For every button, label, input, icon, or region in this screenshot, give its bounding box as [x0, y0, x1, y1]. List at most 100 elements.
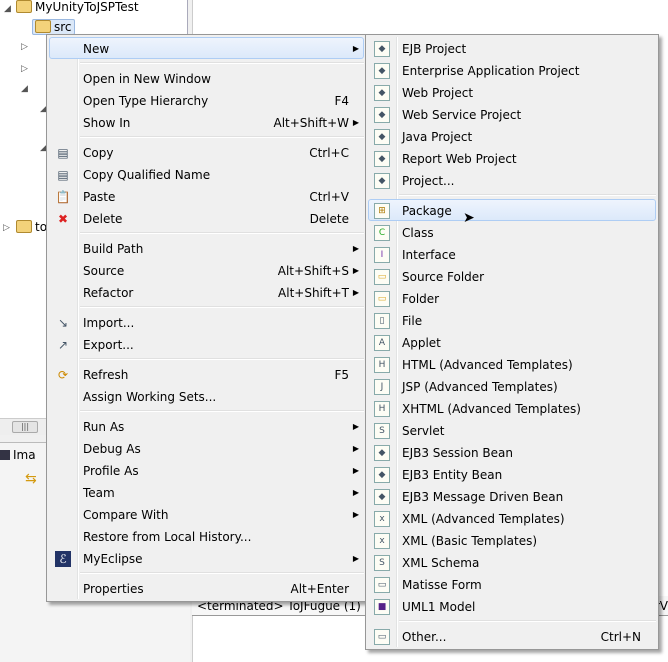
menu-item-java-project[interactable]: ◆ Java Project: [368, 125, 656, 147]
menu-item-label: Enterprise Application Project: [402, 64, 580, 78]
menu-item-xml-schema[interactable]: S XML Schema: [368, 551, 656, 573]
menu-item-debug-as[interactable]: Debug As ▶: [49, 437, 364, 459]
menu-item-enterprise-application-project[interactable]: ◆ Enterprise Application Project: [368, 59, 656, 81]
menu-item-open-in-new-window[interactable]: Open in New Window: [49, 67, 364, 89]
menu-item-label: Open in New Window: [83, 72, 211, 86]
menu-item-delete[interactable]: ✖ Delete Delete: [49, 207, 364, 229]
menu-item-label: EJB Project: [402, 42, 467, 56]
menu-item-copy[interactable]: ▤ Copy Ctrl+C: [49, 141, 364, 163]
report-project-icon: ◆: [374, 151, 390, 167]
menu-item-refactor[interactable]: Refactor Alt+Shift+T ▶: [49, 281, 364, 303]
menu-item-applet[interactable]: A Applet: [368, 331, 656, 353]
menu-item-interface[interactable]: I Interface: [368, 243, 656, 265]
expand-arrow-icon[interactable]: ▷: [21, 64, 28, 74]
menu-item-ejb3-message-driven-bean[interactable]: ◆ EJB3 Message Driven Bean: [368, 485, 656, 507]
tab-ima[interactable]: Ima: [0, 445, 36, 465]
submenu-arrow-icon: ▶: [352, 554, 359, 563]
menu-item-label: Folder: [402, 292, 440, 306]
collapse-arrow-icon[interactable]: ◢: [21, 84, 28, 94]
menu-item-label: Applet: [402, 336, 441, 350]
tree-item-project[interactable]: MyUnityToJSPTest: [16, 0, 139, 16]
shortcut-label: Alt+Enter: [290, 582, 349, 596]
menu-item-jsp-advanced-templates[interactable]: J JSP (Advanced Templates): [368, 375, 656, 397]
menu-item-label: Show In: [83, 116, 131, 130]
menu-item-ejb3-entity-bean[interactable]: ◆ EJB3 Entity Bean: [368, 463, 656, 485]
expand-arrow-icon[interactable]: ▷: [21, 42, 28, 52]
expand-arrow-icon[interactable]: ▷: [3, 223, 10, 233]
menu-item-label: Source Folder: [402, 270, 485, 284]
menu-item-label: Web Project: [402, 86, 474, 100]
menu-item-label: Run As: [83, 420, 125, 434]
applet-icon: A: [374, 335, 390, 351]
menu-separator: [399, 617, 656, 625]
menu-item-report-web-project[interactable]: ◆ Report Web Project: [368, 147, 656, 169]
menu-item-class[interactable]: C Class: [368, 221, 656, 243]
menu-item-assign-working-sets[interactable]: Assign Working Sets...: [49, 385, 364, 407]
menu-item-refresh[interactable]: ⟳ Refresh F5: [49, 363, 364, 385]
collapse-arrow-icon[interactable]: ◢: [4, 4, 11, 14]
menu-separator: [80, 59, 364, 67]
menu-item-myeclipse[interactable]: ℰ MyEclipse ▶: [49, 547, 364, 569]
menu-item-restore-from-local-history[interactable]: Restore from Local History...: [49, 525, 364, 547]
menu-item-paste[interactable]: 📋 Paste Ctrl+V: [49, 185, 364, 207]
file-icon: ▯: [374, 313, 390, 329]
menu-item-build-path[interactable]: Build Path ▶: [49, 237, 364, 259]
menu-item-copy-qualified-name[interactable]: ▤ Copy Qualified Name: [49, 163, 364, 185]
menu-item-label: EJB3 Session Bean: [402, 446, 513, 460]
matisse-form-icon: ▭: [374, 577, 390, 593]
enterprise-project-icon: ◆: [374, 63, 390, 79]
menu-item-label: File: [402, 314, 423, 328]
menu-item-ejb3-session-bean[interactable]: ◆ EJB3 Session Bean: [368, 441, 656, 463]
menu-item-team[interactable]: Team ▶: [49, 481, 364, 503]
submenu-arrow-icon: ▶: [352, 466, 359, 475]
menu-item-project[interactable]: ◆ Project...: [368, 169, 656, 191]
menu-item-compare-with[interactable]: Compare With ▶: [49, 503, 364, 525]
menu-item-uml1-model[interactable]: ■ UML1 Model: [368, 595, 656, 617]
menu-item-xml-basic-templates[interactable]: x XML (Basic Templates): [368, 529, 656, 551]
html-icon: H: [374, 357, 390, 373]
tree-item-other-project[interactable]: to: [16, 218, 47, 236]
menu-item-other[interactable]: ▭ Other... Ctrl+N: [368, 625, 656, 647]
menu-item-web-service-project[interactable]: ◆ Web Service Project: [368, 103, 656, 125]
menu-item-servlet[interactable]: S Servlet: [368, 419, 656, 441]
menu-item-folder[interactable]: ▭ Folder: [368, 287, 656, 309]
menu-item-matisse-form[interactable]: ▭ Matisse Form: [368, 573, 656, 595]
copy-icon: ▤: [57, 146, 69, 160]
menu-item-xml-advanced-templates[interactable]: x XML (Advanced Templates): [368, 507, 656, 529]
menu-item-package[interactable]: ⊞ Package: [368, 199, 656, 221]
menu-item-label: Interface: [402, 248, 456, 262]
menu-item-label: Project...: [402, 174, 455, 188]
menu-item-label: Paste: [83, 190, 116, 204]
menu-item-label: Matisse Form: [402, 578, 482, 592]
menu-item-properties[interactable]: Properties Alt+Enter: [49, 577, 364, 599]
submenu-arrow-icon: ▶: [352, 510, 359, 519]
menu-item-import[interactable]: ↘ Import...: [49, 311, 364, 333]
menu-item-source[interactable]: Source Alt+Shift+S ▶: [49, 259, 364, 281]
scrollbar-thumb[interactable]: |||: [12, 421, 38, 433]
menu-item-label: Package: [402, 204, 452, 218]
sync-icon[interactable]: ⇆: [25, 471, 37, 487]
project-folder-icon: [16, 0, 32, 13]
menu-item-show-in[interactable]: Show In Alt+Shift+W ▶: [49, 111, 364, 133]
menu-item-file[interactable]: ▯ File: [368, 309, 656, 331]
shortcut-label: F5: [334, 368, 349, 382]
menu-item-run-as[interactable]: Run As ▶: [49, 415, 364, 437]
menu-item-source-folder[interactable]: ▭ Source Folder: [368, 265, 656, 287]
xhtml-icon: H: [374, 401, 390, 417]
menu-item-label: XML (Basic Templates): [402, 534, 538, 548]
menu-item-profile-as[interactable]: Profile As ▶: [49, 459, 364, 481]
menu-item-html-advanced-templates[interactable]: H HTML (Advanced Templates): [368, 353, 656, 375]
project-folder-icon: [16, 220, 32, 233]
xml-schema-icon: S: [374, 555, 390, 571]
uml-model-icon: ■: [374, 599, 390, 615]
menu-item-xhtml-advanced-templates[interactable]: H XHTML (Advanced Templates): [368, 397, 656, 419]
menu-item-label: Open Type Hierarchy: [83, 94, 209, 108]
menu-separator: [80, 355, 364, 363]
menu-item-new[interactable]: New ▶: [49, 37, 364, 59]
menu-item-label: New: [83, 42, 110, 56]
menu-item-label: HTML (Advanced Templates): [402, 358, 573, 372]
menu-item-export[interactable]: ↗ Export...: [49, 333, 364, 355]
menu-item-open-type-hierarchy[interactable]: Open Type Hierarchy F4: [49, 89, 364, 111]
menu-item-web-project[interactable]: ◆ Web Project: [368, 81, 656, 103]
menu-item-ejb-project[interactable]: ◆ EJB Project: [368, 37, 656, 59]
